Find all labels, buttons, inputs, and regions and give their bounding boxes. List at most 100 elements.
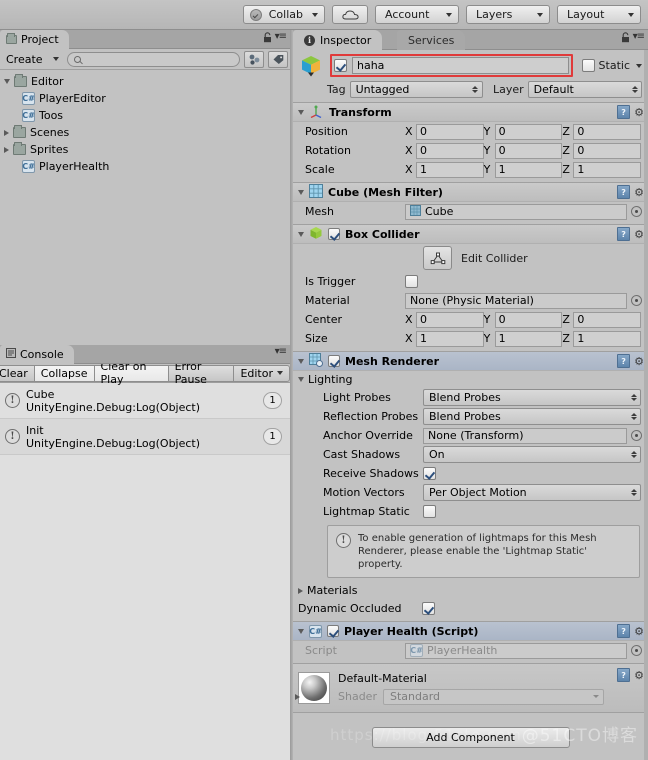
center-x[interactable]: X0 [405, 311, 484, 328]
anchor-override-picker-button[interactable] [631, 430, 642, 441]
physic-material-field[interactable]: None (Physic Material) [405, 292, 627, 309]
inspector-scrollbar[interactable] [644, 50, 648, 760]
tag-dropdown[interactable]: Untagged [349, 80, 483, 98]
cast-shadows-dropdown[interactable]: On [423, 446, 641, 463]
size-x[interactable]: X1 [405, 330, 484, 347]
chevron-down-icon[interactable] [298, 377, 304, 382]
position-x[interactable]: X0 [405, 123, 484, 140]
chevron-down-icon[interactable] [298, 231, 304, 237]
help-icon[interactable]: ? [617, 354, 631, 368]
mesh-picker-button[interactable] [631, 206, 642, 217]
rotation-x-field[interactable]: 0 [416, 142, 484, 159]
tab-inspector[interactable]: i Inspector [293, 30, 383, 50]
gear-icon[interactable]: ⚙ [634, 670, 644, 681]
center-x-field[interactable]: 0 [416, 311, 484, 328]
lightmap-static-checkbox[interactable] [423, 505, 436, 518]
edit-collider-button[interactable] [423, 246, 452, 270]
center-z[interactable]: Z0 [562, 311, 642, 328]
tree-item-sprites[interactable]: Sprites [0, 141, 290, 158]
editor-dropdown[interactable]: Editor [233, 364, 290, 382]
layer-dropdown[interactable]: Default [527, 80, 642, 98]
tab-project[interactable]: Project [0, 30, 69, 49]
help-icon[interactable]: ? [617, 105, 631, 119]
mesh-renderer-enabled-checkbox[interactable] [328, 355, 340, 367]
rotation-y-field[interactable]: 0 [494, 142, 563, 159]
center-y-field[interactable]: 0 [494, 311, 563, 328]
position-y[interactable]: Y0 [484, 123, 563, 140]
shader-dropdown[interactable]: Standard [382, 688, 604, 705]
light-probes-dropdown[interactable]: Blend Probes [423, 389, 641, 406]
panel-menu-icon[interactable]: ▾≡ [275, 32, 287, 42]
mesh-object-field[interactable]: Cube [405, 203, 627, 220]
anchor-override-field[interactable]: None (Transform) [423, 427, 627, 444]
box-collider-enabled-checkbox[interactable] [328, 228, 340, 240]
transform-header[interactable]: Transform ? ⚙ [293, 103, 648, 122]
size-y-field[interactable]: 1 [494, 330, 563, 347]
log-entry[interactable]: ! Cube UnityEngine.Debug:Log(Object) 1 [0, 383, 290, 419]
tree-item-playerhealth[interactable]: C# PlayerHealth [0, 158, 290, 175]
chevron-right-icon[interactable] [295, 694, 300, 700]
position-x-field[interactable]: 0 [416, 123, 484, 140]
log-entry[interactable]: ! Init UnityEngine.Debug:Log(Object) 1 [0, 419, 290, 455]
tree-item-scenes[interactable]: Scenes [0, 124, 290, 141]
tab-services[interactable]: Services [397, 30, 466, 50]
player-health-enabled-checkbox[interactable] [327, 625, 339, 637]
gear-icon[interactable]: ⚙ [634, 356, 644, 367]
error-pause-toggle[interactable]: Error Pause [167, 360, 235, 386]
gear-icon[interactable]: ⚙ [634, 229, 644, 240]
chevron-down-icon[interactable] [636, 63, 642, 68]
account-button[interactable]: Account [375, 5, 459, 24]
chevron-right-icon[interactable] [4, 146, 9, 153]
tab-console[interactable]: Console [0, 345, 74, 364]
position-z[interactable]: Z0 [562, 123, 642, 140]
physic-material-picker-button[interactable] [631, 295, 642, 306]
gear-icon[interactable]: ⚙ [634, 187, 644, 198]
layout-button[interactable]: Layout [557, 5, 641, 24]
tree-item-toos[interactable]: C# Toos [0, 107, 290, 124]
size-z-field[interactable]: 1 [573, 330, 642, 347]
collapse-toggle[interactable]: Collapse [33, 364, 95, 382]
gameobject-name-input[interactable]: haha [352, 57, 569, 74]
tree-item-editor[interactable]: Editor [0, 73, 290, 90]
mesh-renderer-header[interactable]: Mesh Renderer ? ⚙ [293, 352, 648, 371]
filter-by-type-button[interactable] [244, 50, 264, 68]
chevron-down-icon[interactable] [298, 628, 304, 634]
static-checkbox[interactable] [581, 59, 595, 72]
center-y[interactable]: Y0 [484, 311, 563, 328]
scale-y-field[interactable]: 1 [494, 161, 563, 178]
rotation-x[interactable]: X0 [405, 142, 484, 159]
rotation-z-field[interactable]: 0 [573, 142, 642, 159]
help-icon[interactable]: ? [617, 185, 631, 199]
chevron-right-icon[interactable] [4, 129, 9, 136]
help-icon[interactable]: ? [617, 227, 631, 241]
help-icon[interactable]: ? [617, 668, 631, 682]
box-collider-header[interactable]: Box Collider ? ⚙ [293, 225, 648, 244]
lock-icon[interactable] [263, 32, 271, 43]
add-component-button[interactable]: Add Component [371, 727, 570, 748]
center-z-field[interactable]: 0 [573, 311, 642, 328]
chevron-down-icon[interactable] [298, 109, 304, 115]
scale-x-field[interactable]: 1 [416, 161, 484, 178]
filter-by-label-button[interactable] [268, 50, 288, 68]
help-icon[interactable]: ? [617, 624, 631, 638]
reflection-probes-dropdown[interactable]: Blend Probes [423, 408, 641, 425]
material-header[interactable]: Default-Material Shader Standard ? ⚙ [293, 664, 648, 712]
lighting-foldout[interactable]: Lighting [293, 371, 648, 388]
gameobject-enabled-checkbox[interactable] [334, 59, 347, 72]
tree-item-playereditor[interactable]: C# PlayerEditor [0, 90, 290, 107]
scale-y[interactable]: Y1 [484, 161, 563, 178]
dynamic-occluded-checkbox[interactable] [422, 602, 435, 615]
player-health-header[interactable]: C# Player Health (Script) ? ⚙ [293, 622, 648, 641]
chevron-down-icon[interactable] [4, 79, 10, 84]
cloud-services-button[interactable] [332, 5, 368, 24]
position-z-field[interactable]: 0 [573, 123, 642, 140]
is-trigger-checkbox[interactable] [405, 275, 418, 288]
size-y[interactable]: Y1 [484, 330, 563, 347]
collab-button[interactable]: Collab [242, 5, 325, 24]
clear-on-play-toggle[interactable]: Clear on Play [93, 360, 169, 386]
rotation-z[interactable]: Z0 [562, 142, 642, 159]
gear-icon[interactable]: ⚙ [634, 626, 644, 637]
scale-x[interactable]: X1 [405, 161, 484, 178]
rotation-y[interactable]: Y0 [484, 142, 563, 159]
gear-icon[interactable]: ⚙ [634, 107, 644, 118]
